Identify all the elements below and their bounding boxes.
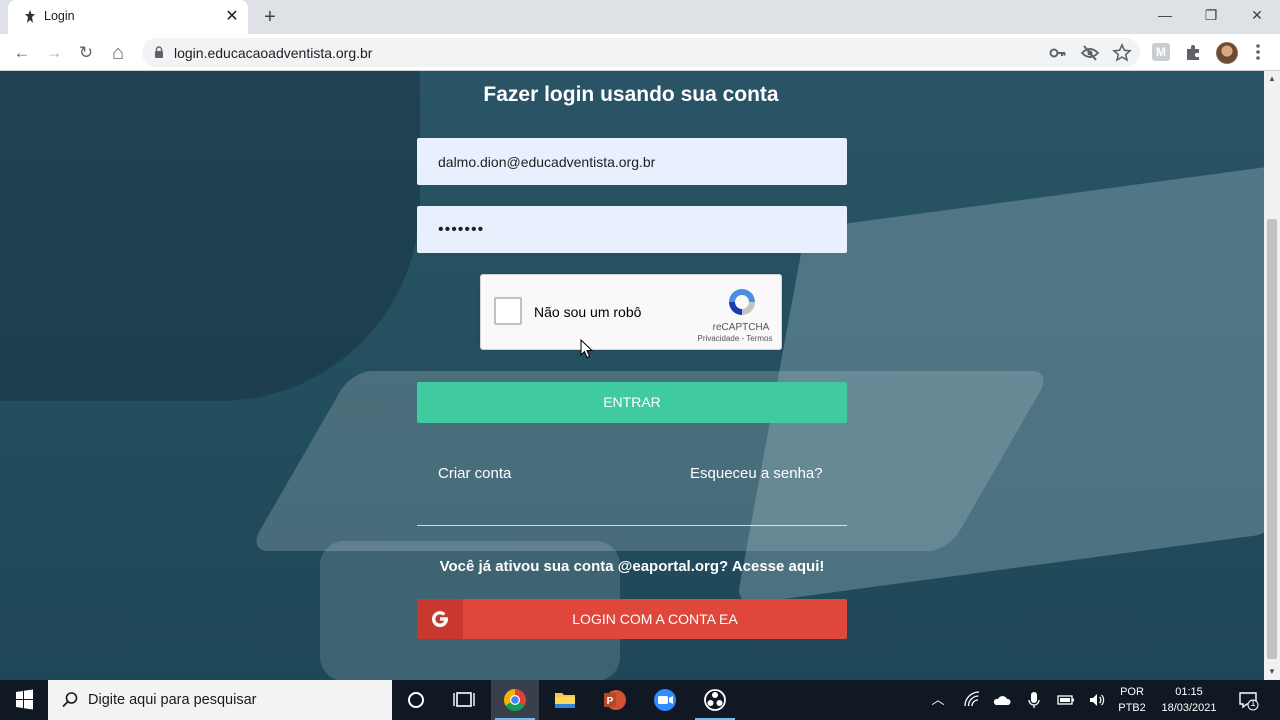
email-field[interactable]: dalmo.dion@educadventista.org.br [417,138,847,185]
task-view-icon[interactable] [440,680,488,720]
profile-avatar[interactable] [1216,42,1238,64]
recaptcha-label: Não sou um robô [534,304,642,320]
tab-close-icon[interactable]: ✕ [222,7,242,27]
bookmark-star-icon[interactable] [1112,43,1132,63]
lock-icon[interactable] [152,45,166,59]
volume-icon[interactable] [1087,690,1107,710]
mouse-cursor-icon [580,339,594,359]
background-photo-person [0,71,420,401]
file-explorer-icon[interactable] [541,680,589,720]
svg-text:P: P [607,696,614,707]
language-indicator[interactable]: POR PTB2 [1117,684,1147,716]
powerpoint-icon[interactable]: P [591,680,639,720]
login-title: Fazer login usando sua conta [483,83,779,106]
tray-chevron-up-icon[interactable]: ︿ [928,690,948,710]
system-clock[interactable]: 01:15 18/03/2021 [1153,684,1225,716]
login-ea-button[interactable]: LOGIN COM A CONTA EA [417,599,847,639]
chrome-icon [504,689,526,711]
forgot-password-link[interactable]: Esqueceu a senha? [690,465,823,482]
tab-login[interactable]: Login ✕ [8,0,248,34]
clock-date: 18/03/2021 [1161,702,1217,714]
back-button[interactable]: ← [8,39,36,67]
minimize-button[interactable]: — [1142,0,1188,30]
zoom-icon[interactable] [641,680,689,720]
key-icon[interactable] [1048,43,1068,63]
scroll-up-icon[interactable]: ▲ [1264,71,1280,87]
taskbar-search-placeholder: Digite aqui para pesquisar [88,692,257,708]
recaptcha-widget: Não sou um robô reCAPTCHA Privacidade - … [480,274,782,350]
extensions-puzzle-icon[interactable] [1182,40,1206,64]
wifi-icon[interactable] [962,690,982,710]
recaptcha-checkbox[interactable] [494,297,522,325]
forward-button[interactable]: → [40,39,68,67]
microphone-icon[interactable] [1024,690,1044,710]
eye-off-icon[interactable] [1080,43,1100,63]
onedrive-cloud-icon[interactable] [992,690,1012,710]
tab-strip: Login ✕ + — ❐ ✕ [0,0,1280,34]
language-code: POR [1120,686,1144,698]
password-field[interactable]: ••••••• [417,206,847,253]
scroll-thumb[interactable] [1267,219,1277,659]
google-g-icon [432,611,449,628]
notification-count: 1 [1250,698,1256,708]
login-page: Fazer login usando sua conta dalmo.dion@… [0,71,1264,680]
taskbar-chrome[interactable] [491,680,539,720]
notification-center[interactable]: 1 [1236,688,1260,712]
divider [417,525,847,526]
entrar-button[interactable]: ENTRAR [417,382,847,423]
cortana-icon[interactable] [392,680,440,720]
close-window-button[interactable]: ✕ [1234,0,1280,30]
home-button[interactable]: ⌂ [104,39,132,67]
site-favicon-icon [25,10,35,23]
windows-taskbar: Digite aqui para pesquisar P ︿ POR PTB2 … [0,680,1280,720]
obs-icon [704,689,726,711]
battery-icon[interactable] [1056,690,1076,710]
reload-button[interactable]: ↻ [72,39,100,67]
search-icon [62,692,78,708]
url-text[interactable]: login.educacaoadventista.org.br [174,45,372,61]
recaptcha-links[interactable]: Privacidade - Termos [687,334,783,343]
login-ea-label: LOGIN COM A CONTA EA [572,611,738,627]
extension-m-icon[interactable]: M [1152,43,1170,61]
address-bar[interactable]: login.educacaoadventista.org.br [142,38,1140,67]
tab-title: Login [44,9,75,23]
recaptcha-logo-icon [729,289,755,315]
scroll-down-icon[interactable]: ▼ [1264,664,1280,680]
email-value: dalmo.dion@educadventista.org.br [438,153,656,170]
page-scrollbar[interactable]: ▲ ▼ [1264,71,1280,680]
ea-account-prompt[interactable]: Você já ativou sua conta @eaportal.org? … [417,558,847,575]
google-icon-box [417,599,463,639]
restore-button[interactable]: ❐ [1188,0,1234,30]
taskbar-obs[interactable] [691,680,739,720]
windows-start-icon[interactable] [0,680,48,720]
new-tab-button[interactable]: + [258,6,282,28]
create-account-link[interactable]: Criar conta [438,465,511,482]
kebab-menu-icon[interactable] [1246,40,1270,64]
recaptcha-brand: reCAPTCHA [712,322,770,333]
password-value: ••••••• [438,220,485,238]
clock-time: 01:15 [1175,686,1203,698]
taskbar-search-box[interactable]: Digite aqui para pesquisar [48,680,392,720]
browser-toolbar: ← → ↻ ⌂ login.educacaoadventista.org.br … [0,34,1280,71]
keyboard-layout: PTB2 [1118,702,1146,714]
